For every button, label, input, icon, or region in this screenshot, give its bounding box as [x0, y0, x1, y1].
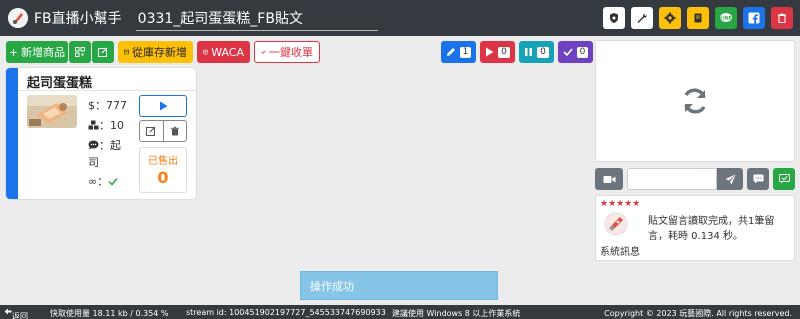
comment-button[interactable] — [747, 168, 769, 190]
shield-icon[interactable] — [603, 7, 625, 29]
live-video-panel — [595, 40, 795, 162]
counter-edit[interactable]: 1 — [441, 41, 476, 63]
sold-value: 0 — [157, 168, 169, 187]
copyright: Copyright © 2023 玩藝國際. All rights reserv… — [604, 309, 792, 318]
svg-text:LINE: LINE — [720, 16, 731, 22]
edit-button[interactable] — [92, 41, 114, 63]
cache-usage: 快取使用量 18.11 kb / 0.354 % — [50, 309, 169, 318]
play-icon — [486, 47, 494, 57]
counter-play[interactable]: 0 — [480, 41, 515, 63]
book-icon[interactable] — [687, 7, 709, 29]
card-divider — [18, 90, 196, 91]
plus-icon: + — [8, 45, 19, 59]
add-from-stock-button[interactable]: 從庫存新增 — [118, 41, 193, 63]
line-icon[interactable]: LINE — [715, 7, 737, 29]
trash-icon — [170, 126, 179, 136]
camera-button[interactable] — [595, 168, 623, 190]
app-title: FB直播小幫手 — [34, 11, 122, 27]
pencil-icon — [446, 48, 455, 56]
comment-check-button[interactable] — [773, 168, 795, 190]
product-card: 起司蛋蛋糕 $：777 ：10 ：起 司 ∞： 已售出 0 — [6, 68, 196, 199]
product-name: 起司蛋蛋糕 — [27, 76, 93, 91]
one-click-close-button[interactable]: 一鍵收單 — [254, 41, 320, 63]
gear-icon[interactable] — [659, 7, 681, 29]
delete-product-button[interactable] — [163, 120, 187, 142]
keyword-label-cont: 司 — [88, 156, 99, 169]
comment-check-icon — [778, 174, 790, 184]
price-label: $：777 — [88, 99, 127, 112]
add-product-button[interactable]: + 新增商品 — [6, 41, 68, 63]
edit-product-button[interactable] — [139, 120, 164, 142]
qrcode-icon — [75, 47, 85, 57]
facebook-icon[interactable] — [743, 7, 765, 29]
stock-label: ：10 — [88, 117, 124, 133]
play-icon — [159, 101, 167, 111]
sync-icon[interactable] — [680, 86, 710, 116]
edit-icon — [146, 126, 156, 136]
app-logo-icon — [8, 8, 28, 28]
system-message-text: 貼文留言讀取完成，共1筆留言，耗時 0.134 秒。 — [648, 216, 775, 242]
counter-pause[interactable]: 0 — [519, 41, 554, 63]
keyword-label: ：起 — [88, 137, 121, 153]
top-navbar: FB直播小幫手 LINE — [0, 0, 800, 36]
sold-box: 已售出 0 — [139, 147, 187, 193]
comment-input[interactable] — [627, 168, 717, 190]
system-message-box: ★★★★★ 貼文留言讀取完成，共1筆留言，耗時 0.134 秒。 系統訊息 — [595, 195, 795, 261]
comment-dots-icon — [88, 140, 99, 150]
inventory-icon — [124, 49, 129, 55]
qrcode-button[interactable] — [69, 41, 91, 63]
paper-plane-icon — [725, 174, 735, 184]
cubes-icon — [88, 120, 99, 130]
start-sale-button[interactable] — [139, 95, 187, 117]
success-toast: 操作成功 — [300, 271, 498, 300]
counter-check[interactable]: 0 — [558, 41, 593, 63]
document-title-input[interactable] — [135, 5, 378, 31]
send-button[interactable] — [717, 168, 743, 190]
arrow-left-icon — [4, 308, 12, 315]
unlimited-label: ∞： — [88, 173, 118, 189]
pause-icon — [525, 48, 533, 56]
trash-icon[interactable] — [771, 7, 793, 29]
edit-icon — [98, 47, 108, 57]
sold-label: 已售出 — [148, 156, 178, 167]
rating-stars: ★★★★★ — [600, 199, 641, 209]
check-icon — [563, 48, 573, 57]
double-check-icon — [261, 50, 266, 54]
stream-id: stream id: 100451902197727_5455337476909… — [186, 308, 386, 317]
green-check-icon — [108, 178, 118, 186]
back-link[interactable]: 返回 — [4, 308, 28, 319]
video-camera-icon — [603, 175, 615, 183]
product-image — [27, 95, 77, 128]
box-icon — [203, 49, 209, 55]
waca-button[interactable]: WACA — [197, 41, 250, 63]
footer: 返回 快取使用量 18.11 kb / 0.354 % stream id: 1… — [0, 305, 800, 319]
rocket-avatar-icon — [604, 212, 628, 236]
wrench-icon[interactable] — [631, 7, 653, 29]
system-message-sender: 系統訊息 — [600, 247, 640, 258]
os-suggestion: 建議使用 Windows 8 以上作業系統 — [392, 309, 521, 318]
comment-dots-icon — [753, 174, 763, 184]
